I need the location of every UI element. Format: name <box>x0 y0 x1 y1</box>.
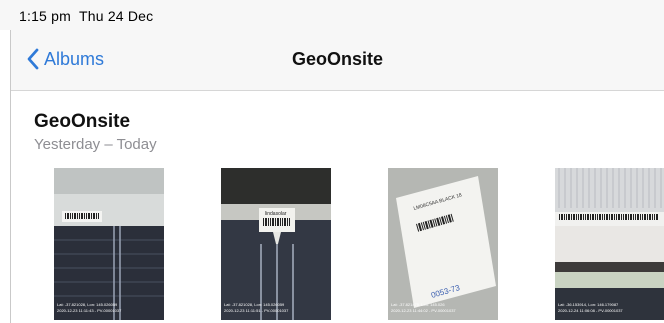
photo-caption-line2-2: 2020-12-23 11:11:51 - PV-00001037 <box>224 308 289 313</box>
photo-caption-3: Lat: -37.821475, Lon: 145.026 2020-12-23… <box>391 302 456 313</box>
photo-caption-4: Lat: -36.153914, Lon: 146.179087 2020-12… <box>558 302 623 313</box>
photo-thumbnail-2[interactable]: lindasolar Lat: -37.821028, Lon: 145.026… <box>221 168 331 320</box>
photo-thumbnail-3[interactable]: LM08C5AA BLACK 18 0053-73 Lat: -37.82147… <box>388 168 498 320</box>
status-date: Thu 24 Dec <box>79 8 154 24</box>
photo-caption-line1-2: Lat: -37.821028, Lon: 145.026059 <box>224 302 285 307</box>
photo-caption-2: Lat: -37.821028, Lon: 145.026059 2020-12… <box>224 302 289 313</box>
album-section-title: GeoOnsite <box>34 111 131 132</box>
photo-caption-line2-4: 2020-12-24 11:06:08 - PV-00001037 <box>558 308 623 313</box>
nav-title: GeoOnsite <box>291 49 384 69</box>
album-section-subtitle: Yesterday – Today <box>34 136 157 153</box>
photo-caption-1: Lat: -37.821028, Lon: 145.026059 2020-12… <box>57 302 122 313</box>
status-text: 1:15 pm Thu 24 Dec <box>19 8 153 24</box>
photo-caption-line2-1: 2020-12-23 11:11:43 - PV-00001037 <box>57 308 122 313</box>
status-bar: 1:15 pm Thu 24 Dec <box>0 0 664 30</box>
photo-caption-line1-3: Lat: -37.821475, Lon: 145.026 <box>391 302 445 307</box>
photo-caption-line1-1: Lat: -37.821028, Lon: 145.026059 <box>57 302 118 307</box>
navigation-bar: Albums GeoOnsite <box>11 30 664 91</box>
photo-caption-line2-3: 2020-12-23 11:44:02 - PV-00001037 <box>391 308 456 313</box>
status-time: 1:15 pm <box>19 8 71 24</box>
photo-thumbnail-1[interactable]: Lat: -37.821028, Lon: 145.026059 2020-12… <box>54 168 164 320</box>
photo-thumbnail-4[interactable]: Lat: -36.153914, Lon: 146.179087 2020-12… <box>555 168 664 320</box>
photo-caption-line1-4: Lat: -36.153914, Lon: 146.179087 <box>558 302 619 307</box>
